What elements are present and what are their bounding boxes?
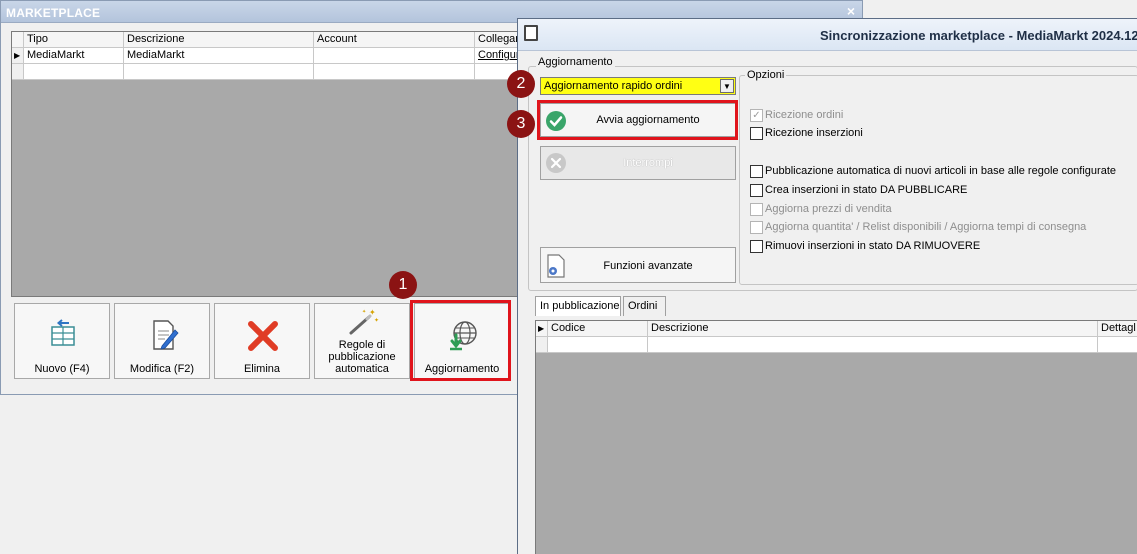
step-badge-3: 3 [507,110,535,138]
checkbox-label: Aggiorna prezzi di vendita [765,203,892,215]
interrompi-label: Interrompi [623,157,673,169]
new-row[interactable] [12,64,518,80]
cell-tipo[interactable]: MediaMarkt [24,48,124,64]
funzioni-avanzate-button[interactable]: Funzioni avanzate [540,247,736,283]
new-table-icon [51,319,75,346]
update-type-select[interactable]: Aggiornamento rapido ordini ▼ [540,77,736,95]
checkbox-box[interactable] [750,127,763,140]
row-pointer-icon: ▶ [536,321,548,337]
nuovo-button[interactable]: Nuovo (F4) [14,303,110,379]
column-header-codice[interactable]: Codice [548,321,648,337]
checkbox-box[interactable] [750,165,763,178]
cell-account[interactable] [314,48,475,64]
regole-button[interactable]: ✦ ✦ ✦ Regole di pubblicazione automatica [314,303,410,379]
modifica-label: Modifica (F2) [129,363,195,375]
edit-document-icon [153,320,179,350]
svg-text:✦: ✦ [362,309,366,315]
configure-link[interactable]: Configur [475,48,518,64]
checkbox-box[interactable] [750,184,763,197]
svg-text:✦: ✦ [374,317,379,324]
row-pointer-icon: ▶ [12,48,24,64]
sync-window: Sincronizzazione marketplace - MediaMark… [517,18,1137,554]
checkbox-label: Crea inserzioni in stato DA PUBBLICARE [765,184,968,196]
interrompi-button[interactable]: Interrompi [540,146,736,180]
step-badge-1: 1 [389,271,417,299]
delete-x-icon [248,321,278,351]
highlight-aggiornamento [410,300,511,381]
publication-grid[interactable]: ▶ Codice Descrizione Dettagl [535,320,1137,554]
checkbox-label: Ricezione inserzioni [765,127,863,139]
checkbox-box[interactable]: ✓ [750,109,763,122]
checkbox-box[interactable] [750,221,763,234]
column-header-tipo[interactable]: Tipo [24,32,124,48]
cell-empty[interactable] [648,337,1098,353]
column-header-dettagli[interactable]: Dettagl [1098,321,1137,337]
grid-header-row: ▶ Codice Descrizione Dettagl [536,321,1137,337]
row-selector-header [12,32,24,48]
cell-empty[interactable] [1098,337,1137,353]
opzioni-group-label: Opzioni [745,69,787,81]
cell-empty[interactable] [124,64,314,80]
checkbox-label: Rimuovi inserzioni in stato DA RIMUOVERE [765,240,981,252]
nuovo-label: Nuovo (F4) [34,363,90,375]
funzioni-label: Funzioni avanzate [603,260,693,272]
column-header-descrizione[interactable]: Descrizione [124,32,314,48]
update-type-value: Aggiornamento rapido ordini [544,80,683,92]
chevron-down-icon[interactable]: ▼ [720,79,734,93]
aggiornamento-group-label: Aggiornamento [536,56,615,68]
new-row[interactable] [536,337,1137,353]
grid-header-row: Tipo Descrizione Account Collegam [12,32,518,48]
regole-label: Regole di pubblicazione automatica [328,339,396,375]
modifica-button[interactable]: Modifica (F2) [114,303,210,379]
tab-ordini[interactable]: Ordini [623,296,666,316]
elimina-label: Elimina [243,363,281,375]
svg-text:✦: ✦ [369,308,376,317]
tab-in-pubblicazione[interactable]: In pubblicazione [535,296,621,316]
sync-title: Sincronizzazione marketplace - MediaMark… [820,28,1137,43]
checkbox-box[interactable] [750,203,763,216]
step-badge-2: 2 [507,70,535,98]
column-header-collegamento[interactable]: Collegam [475,32,518,48]
window-icon [524,25,538,41]
close-icon[interactable]: × [843,3,859,19]
sync-titlebar[interactable]: Sincronizzazione marketplace - MediaMark… [518,19,1137,51]
checkbox-label: Aggiorna quantita' / Relist disponibili … [765,221,1087,233]
table-row[interactable]: ▶ MediaMarkt MediaMarkt Configur [12,48,518,64]
checkbox-label: Pubblicazione automatica di nuovi artico… [765,165,1116,177]
row-selector [536,337,548,353]
marketplace-title: MARKETPLACE [6,6,101,20]
elimina-button[interactable]: Elimina [214,303,310,379]
column-header-account[interactable]: Account [314,32,475,48]
cell-descrizione[interactable]: MediaMarkt [124,48,314,64]
cell-empty[interactable] [24,64,124,80]
checkbox-label: Ricezione ordini [765,109,844,121]
magic-wand-icon: ✦ ✦ ✦ [349,308,379,335]
row-selector [12,64,24,80]
cell-empty[interactable] [314,64,475,80]
column-header-descrizione[interactable]: Descrizione [648,321,1098,337]
checkbox-box[interactable] [750,240,763,253]
marketplace-grid[interactable]: Tipo Descrizione Account Collegam ▶ Medi… [11,31,519,297]
cell-empty[interactable] [548,337,648,353]
highlight-avvia [537,100,738,140]
opzioni-group [739,75,1137,285]
